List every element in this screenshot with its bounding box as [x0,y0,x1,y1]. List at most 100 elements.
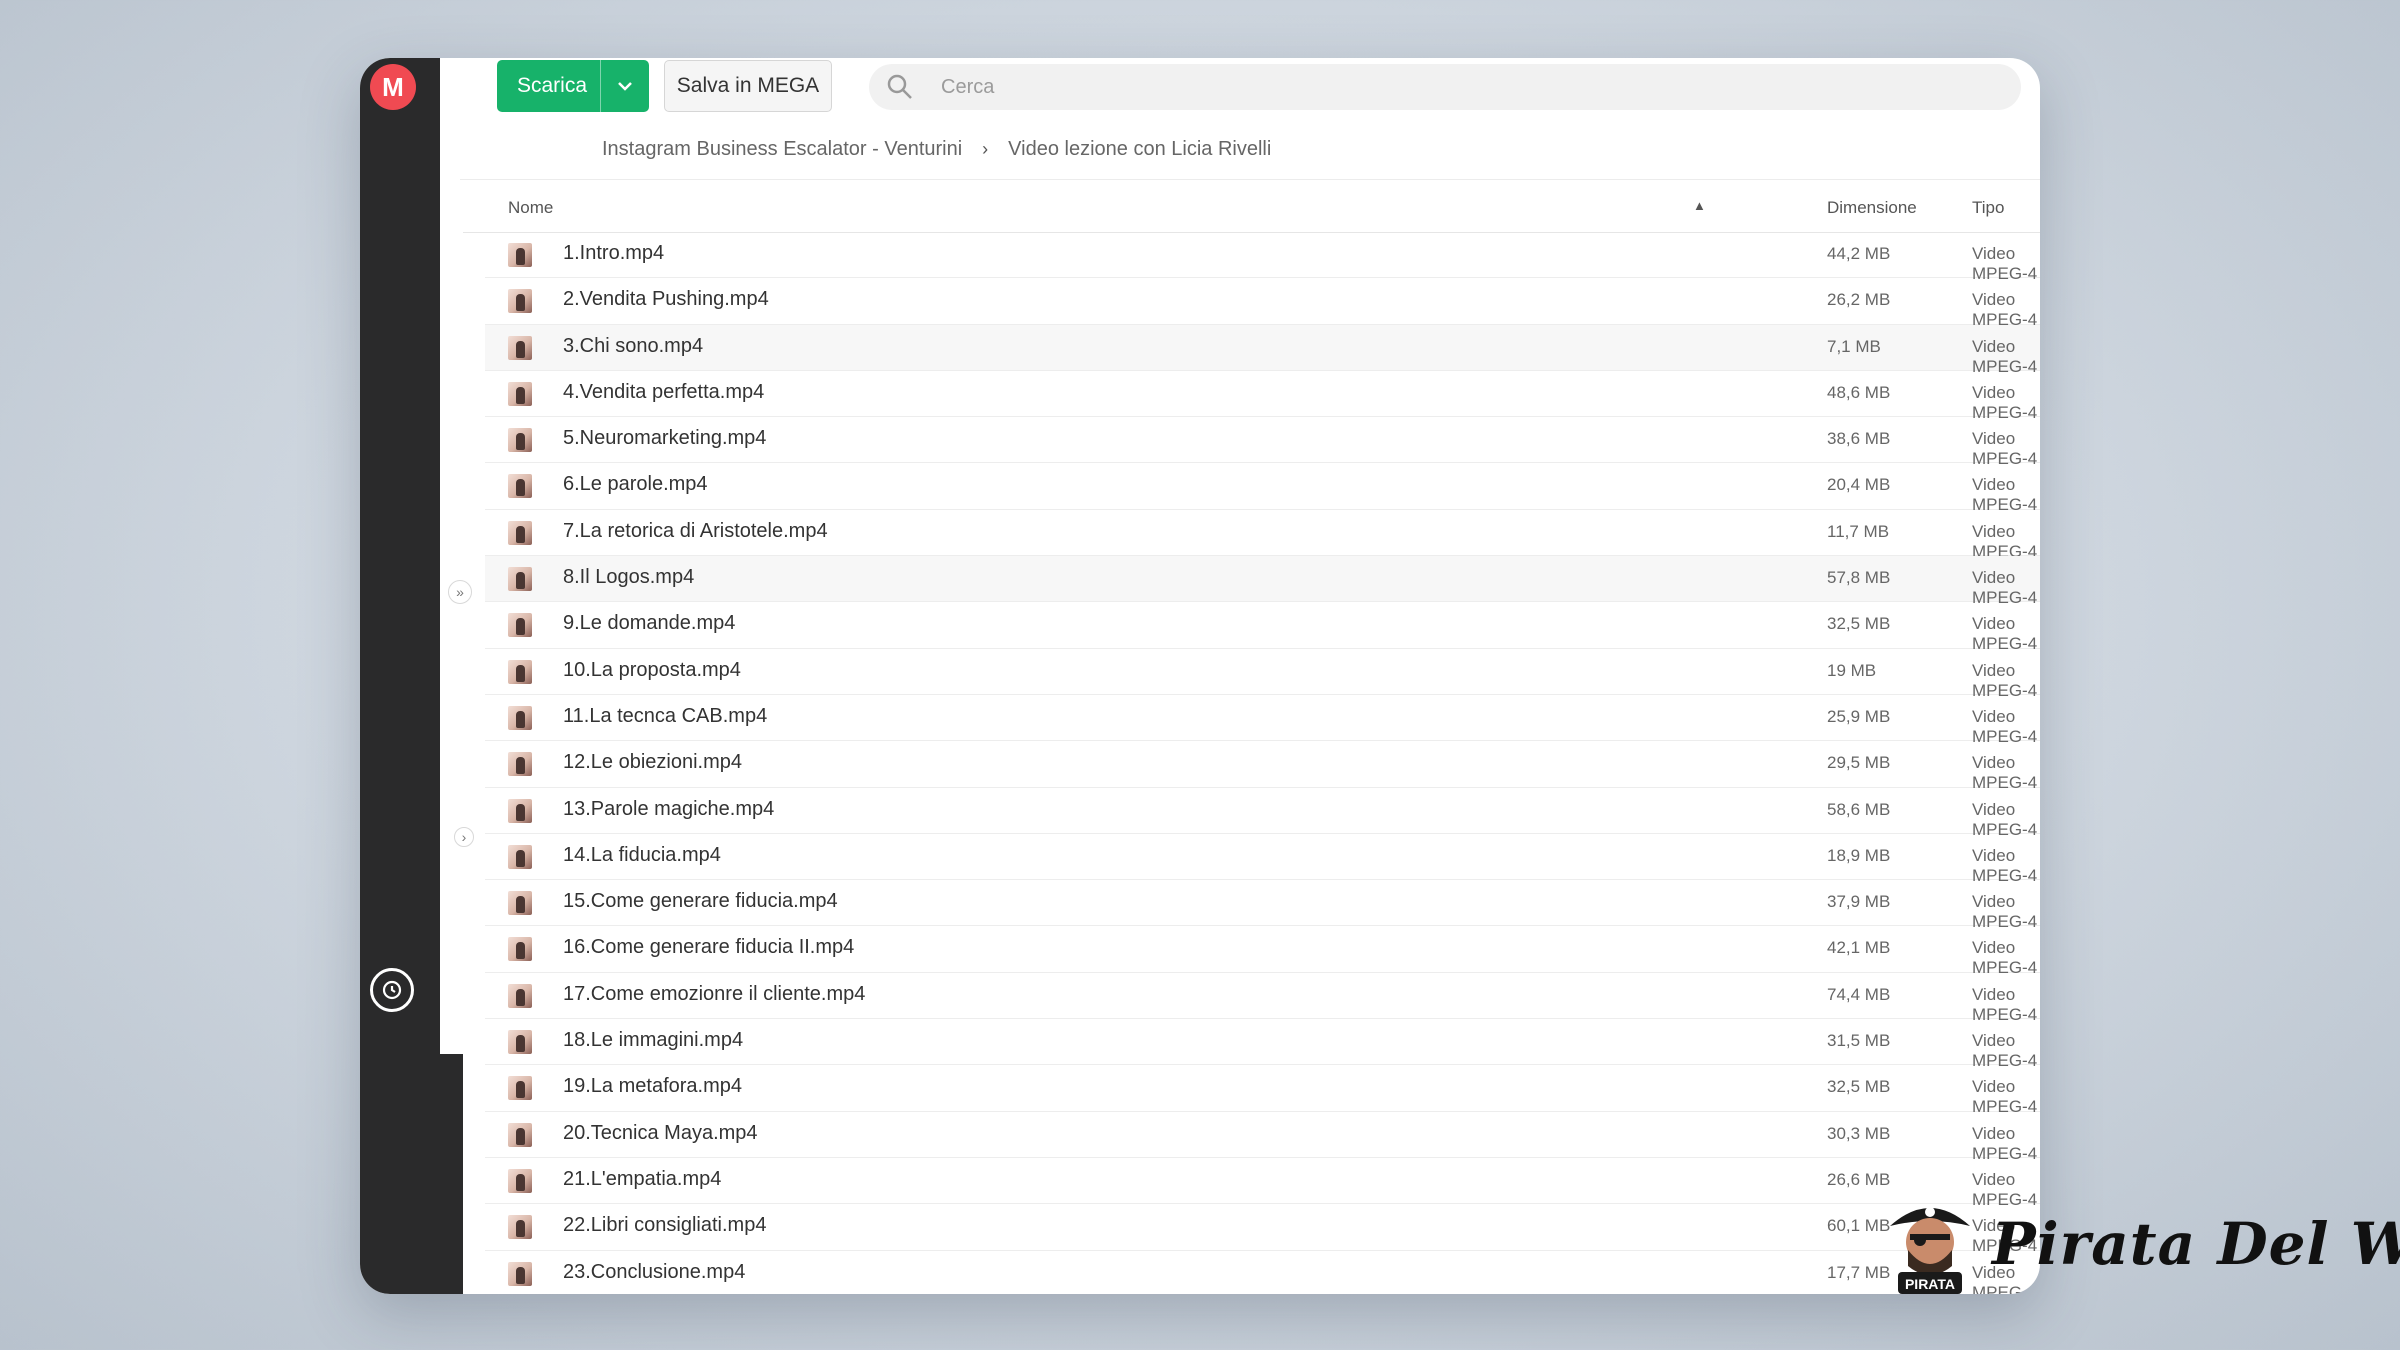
save-to-mega-button[interactable]: Salva in MEGA [664,60,832,112]
table-row[interactable]: 20.Tecnica Maya.mp4 30,3 MB Video MPEG-4 [485,1112,2040,1163]
side-subpanel [440,58,463,1054]
breadcrumb-item-current[interactable]: Video lezione con Licia Rivelli [1008,138,1271,161]
file-list: 1.Intro.mp4 44,2 MB Video MPEG-4 2.Vendita … [485,232,2040,1294]
double-chevron-right-icon[interactable]: » [448,580,472,604]
table-row[interactable]: 17.Come emozionre il cliente.mp4 74,4 MB V… [485,973,2040,1024]
video-thumbnail-icon [508,1122,532,1147]
file-name: 2.Vendita Pushing.mp4 [563,288,769,311]
file-size: 32,5 MB [1827,614,1891,634]
file-name: 12.Le obiezioni.mp4 [563,751,743,774]
mega-logo-icon[interactable]: M [370,64,416,110]
table-row[interactable]: 5.Neuromarketing.mp4 38,6 MB Video MPEG-4 [485,417,2040,468]
watermark-badge: PIRATA [1905,1276,1955,1292]
video-thumbnail-icon [508,428,532,453]
video-thumbnail-icon [508,937,532,962]
download-button[interactable]: Scarica [497,60,649,112]
table-row[interactable]: 15.Come generare fiducia.mp4 37,9 MB Video… [485,880,2040,931]
table-row[interactable]: 22.Libri consigliati.mp4 60,1 MB Video MPE… [485,1204,2040,1255]
table-row[interactable]: 14.La fiducia.mp4 18,9 MB Video MPEG-4 [485,834,2040,885]
file-name: 1.Intro.mp4 [563,242,665,264]
table-row[interactable]: 3.Chi sono.mp4 7,1 MB Video MPEG-4 [485,324,2040,376]
table-row[interactable]: 2.Vendita Pushing.mp4 26,2 MB Video MPEG-4 [485,278,2040,329]
file-name: 17.Come emozionre il cliente.mp4 [563,982,866,1005]
file-name: 9.Le domande.mp4 [563,612,736,635]
table-row[interactable]: 4.Vendita perfetta.mp4 48,6 MB Video MPEG-… [485,371,2040,422]
file-name: 19.La metafora.mp4 [563,1075,742,1098]
video-thumbnail-icon [508,705,532,730]
file-name: 22.Libri consigliati.mp4 [563,1214,767,1237]
file-name: 16.Come generare fiducia II.mp4 [563,936,855,959]
sidebar: M [360,58,440,1294]
divider [460,179,2040,180]
file-size: 37,9 MB [1827,892,1891,912]
video-thumbnail-icon [508,983,532,1008]
table-row[interactable]: 7.La retorica di Aristotele.mp4 11,7 MB Vi… [485,510,2040,561]
file-name: 14.La fiducia.mp4 [563,843,721,866]
column-header-name[interactable]: Nome [508,198,553,218]
video-thumbnail-icon [508,520,532,545]
breadcrumb: Instagram Business Escalator - Venturini… [602,132,1271,166]
video-thumbnail-icon [508,752,532,777]
file-name: 23.Conclusione.mp4 [563,1260,746,1283]
file-size: 57,8 MB [1827,568,1891,588]
chevron-right-icon[interactable]: › [454,827,474,847]
sort-up-icon[interactable]: ▲ [1693,198,1706,213]
table-row[interactable]: 12.Le obiezioni.mp4 29,5 MB Video MPEG-4 [485,741,2040,792]
app-window: M » › Scarica Salva in MEGA Cerca Instag… [360,58,2040,1294]
file-size: 30,3 MB [1827,1123,1891,1143]
video-thumbnail-icon [508,844,532,869]
search-placeholder: Cerca [941,75,995,98]
file-name: 8.Il Logos.mp4 [563,566,695,589]
file-size: 26,2 MB [1827,290,1891,310]
file-size: 7,1 MB [1827,336,1881,356]
file-size: 32,5 MB [1827,1077,1891,1097]
file-size: 74,4 MB [1827,984,1891,1004]
file-name: 7.La retorica di Aristotele.mp4 [563,519,828,542]
column-header-type[interactable]: Tipo [1972,198,2004,218]
table-row[interactable]: 13.Parole magiche.mp4 58,6 MB Video MPEG-4 [485,788,2040,839]
file-size: 18,9 MB [1827,845,1891,865]
breadcrumb-item[interactable]: Instagram Business Escalator - Venturini [602,138,962,161]
video-thumbnail-icon [508,1215,532,1240]
table-row[interactable]: 6.Le parole.mp4 20,4 MB Video MPEG-4 [485,463,2040,514]
file-size: 44,2 MB [1827,244,1891,263]
sync-icon[interactable] [370,968,414,1012]
file-size: 38,6 MB [1827,429,1891,449]
file-size: 42,1 MB [1827,938,1891,958]
watermark-brand: PIRATA Pirata Del Web [1880,1188,2400,1298]
video-thumbnail-icon [508,567,532,592]
table-row[interactable]: 1.Intro.mp4 44,2 MB Video MPEG-4 [485,232,2040,283]
search-input[interactable]: Cerca [869,64,2021,110]
file-size: 20,4 MB [1827,475,1891,495]
table-row[interactable]: 19.La metafora.mp4 32,5 MB Video MPEG-4 [485,1065,2040,1116]
video-thumbnail-icon [508,1030,532,1055]
file-name: 11.La tecnca CAB.mp4 [563,704,768,727]
file-size: 48,6 MB [1827,382,1891,402]
video-thumbnail-icon [508,798,532,823]
table-row[interactable]: 16.Come generare fiducia II.mp4 42,1 MB Vi… [485,926,2040,977]
table-row[interactable]: 9.Le domande.mp4 32,5 MB Video MPEG-4 [485,602,2040,653]
file-name: 21.L'empatia.mp4 [563,1167,722,1190]
video-thumbnail-icon [508,289,532,314]
table-row[interactable]: 11.La tecnca CAB.mp4 25,9 MB Video MPEG-4 [485,695,2040,746]
table-row[interactable]: 18.Le immagini.mp4 31,5 MB Video MPEG-4 [485,1019,2040,1070]
download-button-label: Scarica [517,74,588,97]
pirate-mascot-icon: PIRATA [1890,1207,1970,1294]
file-name: 15.Come generare fiducia.mp4 [563,890,838,913]
video-thumbnail-icon [508,1168,532,1193]
video-thumbnail-icon [508,381,532,406]
file-name: 18.Le immagini.mp4 [563,1029,744,1052]
file-size: 19 MB [1827,660,1877,680]
video-thumbnail-icon [508,613,532,638]
video-thumbnail-icon [508,1261,532,1286]
video-thumbnail-icon [508,243,532,267]
table-row[interactable]: 10.La proposta.mp4 19 MB Video MPEG-4 [485,649,2040,700]
table-row[interactable]: 23.Conclusione.mp4 17,7 MB Video MPEG-4 [485,1251,2040,1294]
search-icon [887,74,912,99]
table-row[interactable]: 8.Il Logos.mp4 57,8 MB Video MPEG-4 [485,556,2040,607]
table-header: Nome ▲ Dimensione Tipo [463,190,2040,233]
file-name: 13.Parole magiche.mp4 [563,797,775,820]
chevron-down-icon[interactable] [600,60,649,112]
column-header-size[interactable]: Dimensione [1827,198,1917,218]
table-row[interactable]: 21.L'empatia.mp4 26,6 MB Video MPEG-4 [485,1158,2040,1209]
